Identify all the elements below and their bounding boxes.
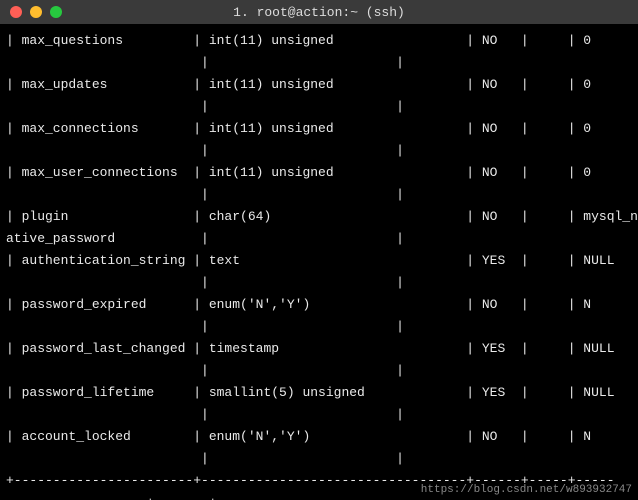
watermark: https://blog.csdn.net/w893932747 <box>421 484 632 496</box>
window-title: 1. root@action:~ (ssh) <box>0 5 638 20</box>
zoom-icon[interactable] <box>50 6 62 18</box>
close-icon[interactable] <box>10 6 22 18</box>
terminal-output[interactable]: | max_questions | int(11) unsigned | NO … <box>0 24 638 500</box>
window-controls <box>10 6 62 18</box>
titlebar: 1. root@action:~ (ssh) <box>0 0 638 24</box>
ssh-terminal-window: 1. root@action:~ (ssh) | max_questions |… <box>0 0 638 500</box>
minimize-icon[interactable] <box>30 6 42 18</box>
